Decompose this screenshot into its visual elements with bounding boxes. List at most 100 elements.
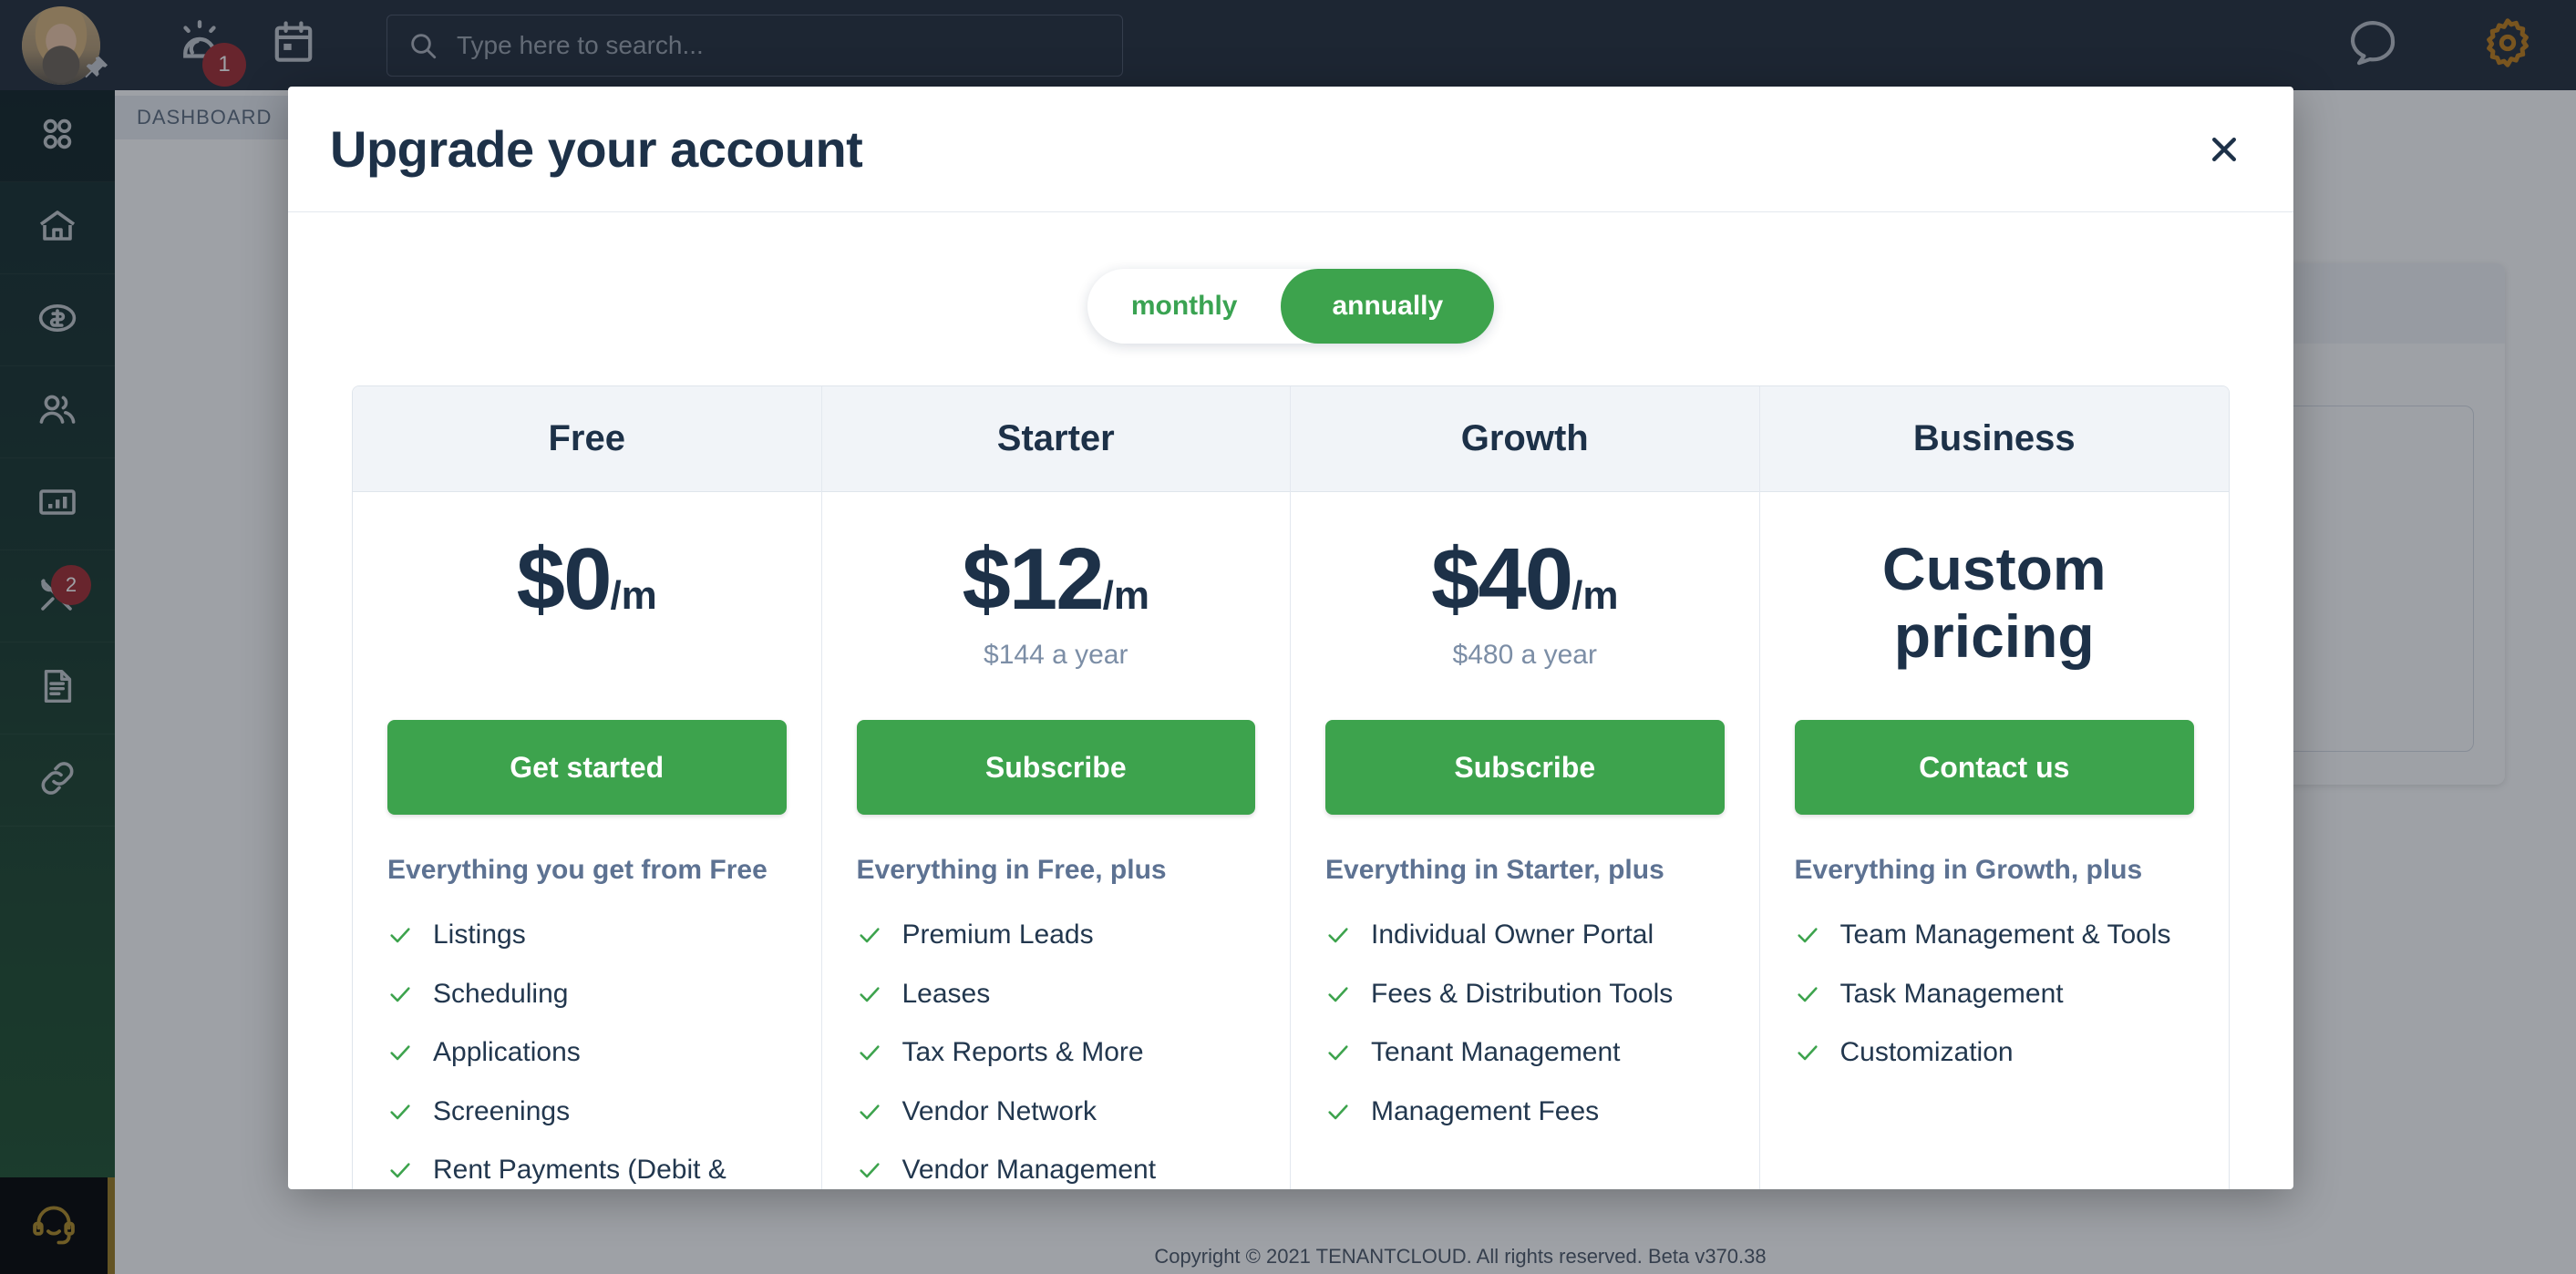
- toggle-monthly[interactable]: monthly: [1087, 269, 1282, 344]
- price-annual: $144 a year: [984, 640, 1128, 670]
- list-item: Fees & Distribution Tools: [1325, 978, 1725, 1012]
- plan-body-free: $0/m Get started Everything you get from…: [353, 492, 821, 1187]
- billing-toggle[interactable]: monthly annually: [1087, 269, 1495, 344]
- feature-label: Task Management: [1839, 978, 2064, 1009]
- check-icon: [1795, 922, 1820, 948]
- list-item: Tenant Management: [1325, 1036, 1725, 1070]
- list-item: Leases: [857, 978, 1256, 1012]
- check-icon: [387, 981, 413, 1007]
- feature-label: Tenant Management: [1371, 1037, 1621, 1068]
- toggle-annually[interactable]: annually: [1281, 269, 1495, 344]
- check-icon: [1325, 1040, 1351, 1065]
- check-icon: [857, 981, 882, 1007]
- check-icon: [1325, 981, 1351, 1007]
- list-item: Applications: [387, 1036, 787, 1070]
- plan-name: Starter: [996, 418, 1115, 458]
- close-icon[interactable]: [2197, 122, 2251, 177]
- feature-list-starter: Premium Leads Leases Tax Reports & More …: [857, 919, 1256, 1187]
- plan-header-free: Free: [353, 386, 821, 492]
- plan-subhead: Everything in Growth, plus: [1794, 855, 2143, 885]
- check-icon: [387, 922, 413, 948]
- feature-label: Management Fees: [1371, 1095, 1600, 1126]
- plan-price-growth: $40/m $480 a year: [1325, 536, 1725, 714]
- app-root: Copyright © 2021 TENANTCLOUD. All rights…: [0, 0, 2576, 1274]
- check-icon: [1795, 1040, 1820, 1065]
- feature-label: Premium Leads: [902, 920, 1094, 950]
- list-item: Vendor Management: [857, 1154, 1256, 1187]
- plan-body-business: Custom pricing Contact us Everything in …: [1760, 492, 2230, 1070]
- list-item: Rent Payments (Debit &: [387, 1154, 787, 1187]
- feature-label: Fees & Distribution Tools: [1371, 978, 1674, 1009]
- check-icon: [857, 1040, 882, 1065]
- plan-subhead: Everything in Starter, plus: [1325, 855, 1664, 885]
- plan-subhead: Everything you get from Free: [387, 855, 768, 885]
- plan-price-business: Custom pricing: [1795, 535, 2195, 714]
- price-custom: Custom pricing: [1881, 535, 2107, 670]
- plan-card-free: Free $0/m Get started Everything you get…: [353, 386, 822, 1189]
- modal-body: monthly annually Free $0/m Get started E…: [288, 212, 2293, 1189]
- check-icon: [857, 1157, 882, 1183]
- feature-label: Listings: [433, 920, 526, 950]
- plan-subhead: Everything in Free, plus: [856, 855, 1167, 885]
- feature-label: Rent Payments (Debit &: [433, 1155, 726, 1186]
- price-amount: $40: [1430, 530, 1573, 628]
- plan-price-starter: $12/m $144 a year: [857, 536, 1256, 714]
- feature-label: Vendor Network: [902, 1095, 1097, 1126]
- modal-header: Upgrade your account: [288, 87, 2293, 212]
- list-item: Vendor Network: [857, 1095, 1256, 1129]
- plan-card-business: Business Custom pricing Contact us Every…: [1759, 386, 2230, 1189]
- list-item: Scheduling: [387, 978, 787, 1012]
- price-amount: $12: [962, 530, 1104, 628]
- billing-toggle-row: monthly annually: [288, 212, 2293, 344]
- plan-name: Free: [548, 418, 626, 458]
- plan-name: Business: [1912, 418, 2076, 458]
- plan-body-starter: $12/m $144 a year Subscribe Everything i…: [822, 492, 1291, 1187]
- list-item: Team Management & Tools: [1795, 919, 2195, 952]
- feature-label: Customization: [1839, 1037, 2014, 1068]
- list-item: Tax Reports & More: [857, 1036, 1256, 1070]
- feature-label: Scheduling: [433, 978, 569, 1009]
- plan-header-business: Business: [1759, 386, 2229, 492]
- subscribe-button-starter[interactable]: Subscribe: [856, 720, 1255, 815]
- feature-label: Vendor Management: [902, 1155, 1157, 1186]
- check-icon: [387, 1099, 413, 1125]
- plan-header-growth: Growth: [1291, 386, 1759, 492]
- get-started-button[interactable]: Get started: [387, 720, 787, 815]
- check-icon: [1325, 922, 1351, 948]
- feature-label: Leases: [902, 978, 991, 1009]
- check-icon: [387, 1040, 413, 1065]
- feature-label: Applications: [433, 1037, 581, 1068]
- subscribe-button-growth[interactable]: Subscribe: [1325, 720, 1725, 815]
- feature-label: Tax Reports & More: [902, 1037, 1144, 1068]
- check-icon: [387, 1157, 413, 1183]
- feature-list-free: Listings Scheduling Applications Screeni…: [387, 919, 787, 1187]
- check-icon: [1795, 981, 1820, 1007]
- contact-us-button[interactable]: Contact us: [1794, 720, 2194, 815]
- list-item: Management Fees: [1325, 1095, 1725, 1129]
- list-item: Listings: [387, 919, 787, 952]
- upgrade-modal: Upgrade your account monthly annually Fr…: [288, 87, 2293, 1189]
- plan-card-growth: Growth $40/m $480 a year Subscribe Every…: [1291, 386, 1760, 1189]
- feature-list-growth: Individual Owner Portal Fees & Distribut…: [1325, 919, 1725, 1128]
- price-period: /m: [1102, 573, 1150, 618]
- list-item: Individual Owner Portal: [1325, 919, 1725, 952]
- page-title: Upgrade your account: [330, 120, 863, 178]
- list-item: Customization: [1795, 1036, 2195, 1070]
- plan-price-free: $0/m: [387, 536, 787, 714]
- price-period: /m: [1571, 573, 1619, 618]
- plan-body-growth: $40/m $480 a year Subscribe Everything i…: [1291, 492, 1759, 1128]
- check-icon: [857, 1099, 882, 1125]
- plan-header-starter: Starter: [821, 386, 1290, 492]
- plan-card-starter: Starter $12/m $144 a year Subscribe Ever…: [821, 386, 1291, 1189]
- price-amount: $0: [516, 530, 613, 628]
- plan-name: Growth: [1460, 418, 1589, 458]
- feature-label: Screenings: [433, 1095, 571, 1126]
- list-item: Premium Leads: [857, 919, 1256, 952]
- feature-label: Individual Owner Portal: [1371, 920, 1654, 950]
- check-icon: [1325, 1099, 1351, 1125]
- price-annual: $480 a year: [1452, 640, 1597, 670]
- feature-label: Team Management & Tools: [1839, 920, 2171, 950]
- list-item: Task Management: [1795, 978, 2195, 1012]
- price-period: /m: [610, 573, 657, 618]
- feature-list-business: Team Management & Tools Task Management …: [1795, 919, 2195, 1070]
